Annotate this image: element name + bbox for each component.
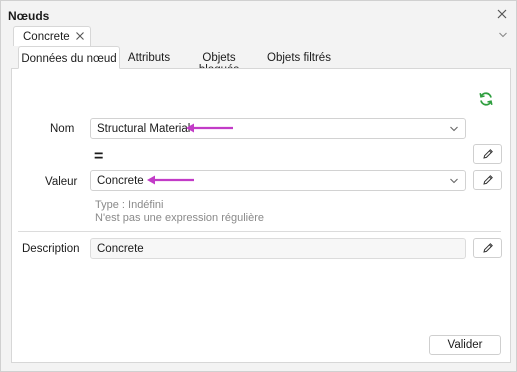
close-icon[interactable] — [495, 7, 509, 21]
document-tab-label: Concrete — [23, 31, 70, 43]
arrow-left-icon — [147, 175, 194, 185]
edit-operator-button[interactable] — [473, 144, 502, 164]
description-label: Description — [22, 243, 80, 255]
tab-attributes[interactable]: Attributs — [123, 46, 175, 69]
chevron-down-icon[interactable] — [449, 125, 459, 133]
description-value: Concrete — [97, 243, 144, 255]
type-hint: Type : Indéfini — [95, 199, 164, 211]
regex-hint: N'est pas une expression régulière — [95, 212, 265, 224]
pencil-icon — [483, 175, 493, 185]
arrow-left-icon — [186, 123, 233, 133]
panel-title: Nœuds — [8, 9, 50, 23]
tab-blocked-objects[interactable]: Objets bloqués — [181, 46, 257, 76]
close-icon[interactable] — [75, 31, 85, 41]
document-tab[interactable]: Concrete — [13, 26, 91, 46]
nodes-panel: Nœuds Concrete Données du nœud Attributs… — [0, 0, 517, 372]
name-combobox[interactable]: Structural Material — [90, 118, 466, 139]
value-label: Valeur — [45, 176, 78, 188]
edit-description-button[interactable] — [473, 238, 502, 258]
tab-filtered-objects[interactable]: Objets filtrés — [266, 46, 332, 69]
chevron-down-icon[interactable] — [449, 177, 459, 185]
value-text: Concrete — [97, 175, 144, 187]
name-label: Nom — [50, 123, 75, 135]
pencil-icon — [483, 243, 493, 253]
chevron-down-icon[interactable] — [498, 31, 508, 39]
tab-node-data[interactable]: Données du nœud — [18, 46, 120, 69]
edit-value-button[interactable] — [473, 170, 502, 190]
pencil-icon — [483, 149, 493, 159]
refresh-icon[interactable] — [478, 91, 494, 107]
operator-equals: = — [94, 148, 104, 165]
validate-button[interactable]: Valider — [429, 335, 501, 355]
divider — [18, 231, 501, 232]
name-value: Structural Material — [97, 123, 191, 135]
description-field[interactable]: Concrete — [90, 238, 466, 259]
